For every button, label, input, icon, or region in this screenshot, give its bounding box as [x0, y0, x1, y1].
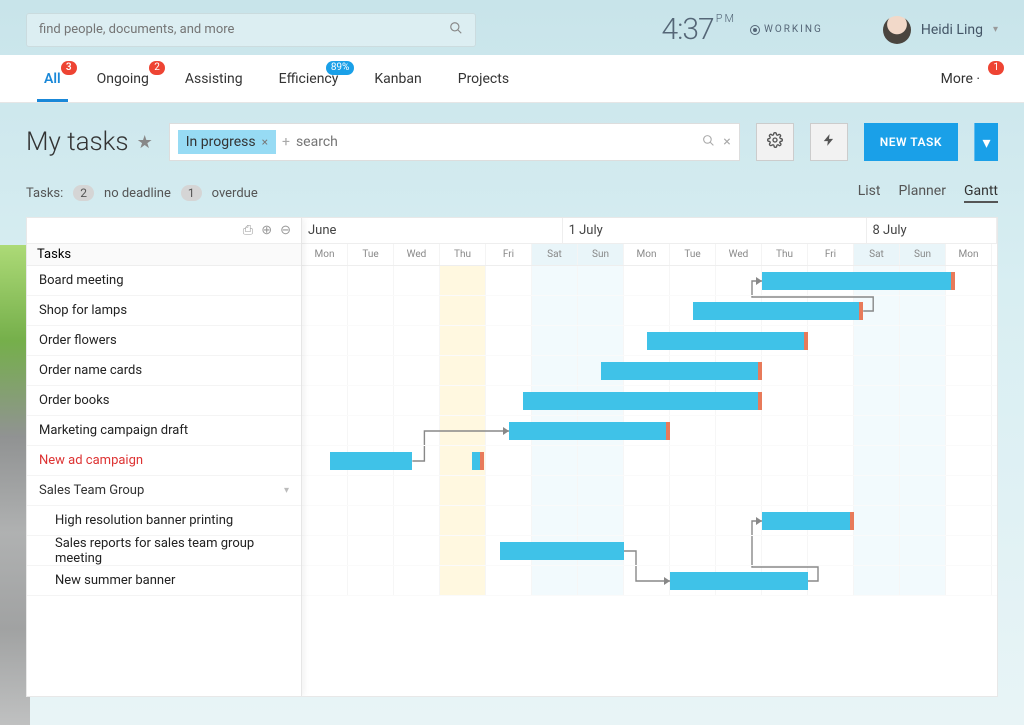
bolt-icon: [822, 132, 836, 152]
page-title: My tasks ★: [26, 127, 153, 157]
no-deadline-count[interactable]: 2: [73, 185, 94, 201]
view-planner[interactable]: Planner: [898, 183, 945, 203]
task-row[interactable]: New summer banner: [27, 566, 301, 596]
task-list-column: ⎙ ⊕ ⊖ Tasks Board meetingShop for lampsO…: [27, 218, 302, 696]
settings-button[interactable]: [756, 123, 794, 161]
tasks-column-header: Tasks: [27, 244, 301, 266]
gantt-bar[interactable]: [670, 572, 808, 590]
month-header: 1 July: [563, 218, 867, 243]
gantt-bar[interactable]: [762, 272, 955, 290]
day-header: Wed: [716, 244, 762, 265]
task-row[interactable]: Board meeting: [27, 266, 301, 296]
task-row[interactable]: Order flowers: [27, 326, 301, 356]
tab-assisting[interactable]: Assisting: [167, 55, 261, 102]
gantt-bar[interactable]: [472, 452, 484, 470]
automate-button[interactable]: [810, 123, 848, 161]
overdue-count[interactable]: 1: [181, 185, 202, 201]
zoom-out-icon[interactable]: ⊖: [280, 223, 291, 238]
gantt-bar[interactable]: [523, 392, 762, 410]
new-task-button[interactable]: NEW TASK: [864, 123, 958, 161]
task-row[interactable]: Shop for lamps: [27, 296, 301, 326]
task-row[interactable]: Order books: [27, 386, 301, 416]
gantt-bar[interactable]: [647, 332, 808, 350]
month-header: 8 July: [867, 218, 997, 243]
search-icon[interactable]: [702, 134, 715, 151]
tab-kanban[interactable]: Kanban: [356, 55, 439, 102]
day-header: Thu: [762, 244, 808, 265]
clear-icon[interactable]: ×: [723, 134, 730, 151]
avatar: [883, 16, 911, 44]
main-tabs: All3Ongoing2AssistingEfficiency89%Kanban…: [0, 55, 1024, 103]
tab-ongoing[interactable]: Ongoing2: [79, 55, 167, 102]
global-search[interactable]: [26, 13, 476, 47]
chevron-down-icon: ▾: [982, 133, 990, 152]
filter-chip-in-progress[interactable]: In progress ×: [178, 130, 276, 154]
clock: 4:37PM: [661, 12, 736, 47]
task-row[interactable]: Sales Team Group: [27, 476, 301, 506]
day-header: Tue: [670, 244, 716, 265]
day-header: Fri: [808, 244, 854, 265]
tab-all[interactable]: All3: [26, 55, 79, 102]
tab-more[interactable]: More · 1: [923, 55, 998, 102]
no-deadline-label[interactable]: no deadline: [104, 186, 171, 201]
day-header: Mon: [624, 244, 670, 265]
zoom-in-icon[interactable]: ⊕: [261, 223, 272, 238]
day-header: Mon: [302, 244, 348, 265]
gantt-chart: ⎙ ⊕ ⊖ Tasks Board meetingShop for lampsO…: [26, 217, 998, 697]
page-header: My tasks ★ In progress × + × NEW TASK ▾: [0, 103, 1024, 181]
month-header: June: [302, 218, 563, 243]
gantt-bar[interactable]: [601, 362, 762, 380]
filters-row: Tasks: 2 no deadline 1 overdue List Plan…: [0, 181, 1024, 217]
close-icon[interactable]: ×: [262, 135, 268, 149]
tab-projects[interactable]: Projects: [440, 55, 527, 102]
chevron-down-icon: ▾: [993, 24, 998, 35]
task-row[interactable]: New ad campaign: [27, 446, 301, 476]
top-bar: 4:37PM WORKING Heidi Ling ▾: [0, 0, 1024, 55]
day-header: Thu: [440, 244, 486, 265]
filter-search-input[interactable]: [296, 134, 696, 150]
view-list[interactable]: List: [858, 183, 881, 203]
gantt-bar[interactable]: [762, 512, 854, 530]
search-icon: [449, 21, 463, 39]
day-header: Fri: [486, 244, 532, 265]
task-row[interactable]: Order name cards: [27, 356, 301, 386]
task-row[interactable]: Marketing campaign draft: [27, 416, 301, 446]
user-name-label: Heidi Ling: [921, 22, 983, 38]
overdue-label[interactable]: overdue: [212, 186, 258, 201]
filter-box[interactable]: In progress × + ×: [169, 123, 740, 161]
global-search-input[interactable]: [39, 22, 449, 37]
status-indicator[interactable]: WORKING: [750, 24, 823, 35]
new-task-dropdown[interactable]: ▾: [974, 123, 998, 161]
day-header: Tue: [348, 244, 394, 265]
task-row[interactable]: High resolution banner printing: [27, 506, 301, 536]
day-header: Mon: [946, 244, 992, 265]
plus-icon[interactable]: +: [282, 134, 290, 150]
view-gantt[interactable]: Gantt: [964, 183, 998, 203]
gantt-bar[interactable]: [330, 452, 413, 470]
record-icon: [750, 25, 760, 35]
gear-icon: [767, 132, 783, 152]
gantt-bar[interactable]: [500, 542, 624, 560]
task-row[interactable]: Sales reports for sales team group meeti…: [27, 536, 301, 566]
day-header: Wed: [394, 244, 440, 265]
star-icon[interactable]: ★: [137, 132, 153, 153]
day-header: Sun: [578, 244, 624, 265]
print-icon[interactable]: ⎙: [243, 223, 253, 238]
day-header: Sun: [900, 244, 946, 265]
tab-efficiency[interactable]: Efficiency89%: [261, 55, 357, 102]
gantt-timeline[interactable]: June1 July8 July MonTueWedThuFriSatSunMo…: [302, 218, 997, 696]
day-header: Sat: [854, 244, 900, 265]
gantt-bar[interactable]: [693, 302, 863, 320]
view-switch: List Planner Gantt: [858, 183, 998, 203]
gantt-bar[interactable]: [509, 422, 670, 440]
day-header: Tue: [992, 244, 997, 265]
user-menu[interactable]: Heidi Ling ▾: [883, 16, 998, 44]
day-header: Sat: [532, 244, 578, 265]
tasks-label: Tasks:: [26, 186, 63, 201]
